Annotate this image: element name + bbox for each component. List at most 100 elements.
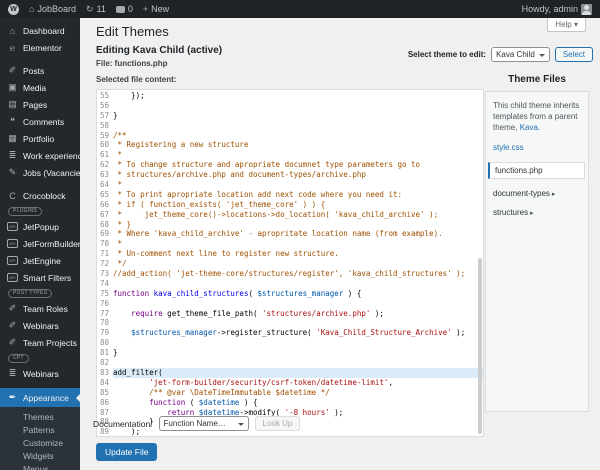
edit-page-icon: ✎	[8, 167, 17, 177]
code-line: 77 require get_theme_file_path( 'structu…	[97, 308, 483, 319]
parent-theme-link[interactable]: Kava.	[520, 123, 540, 132]
code-editor[interactable]: 55 }); 56 57} 58 59/** 60 * Registering a new…	[96, 89, 484, 437]
code-line: 71 * Un-comment next line to register ne…	[97, 249, 483, 260]
sidebar-item-label: Work experience	[23, 150, 80, 161]
code-line: 74	[97, 278, 483, 289]
line-number: 64	[97, 180, 113, 190]
line-number: 68	[97, 219, 113, 230]
sidebar-item-jetformbuilder[interactable]: API JetFormBuilder	[0, 235, 80, 252]
sidebar-item-jobs-vacancies-[interactable]: ✎ Jobs (Vacancies)	[0, 164, 80, 181]
jet-plugin-icon: API	[7, 256, 18, 265]
sidebar-item-label: Appearance	[23, 392, 69, 403]
pushpin-icon: ✐	[8, 337, 17, 347]
new-label: New	[151, 4, 170, 14]
submenu-item-customize[interactable]: Customize	[0, 437, 80, 450]
howdy-admin-menu[interactable]: Howdy, admin	[522, 3, 592, 15]
theme-file-document-types[interactable]: document-types ▸	[493, 189, 581, 198]
theme-file-structures[interactable]: structures ▸	[493, 208, 581, 217]
theme-file-functions.php[interactable]: functions.php	[488, 162, 585, 179]
editor-scrollbar[interactable]	[478, 258, 482, 434]
sidebar-item-team-roles[interactable]: ✐ Team Roles	[0, 300, 80, 317]
sidebar-item-label: Webinars	[23, 320, 59, 331]
site-name-link[interactable]: ⌂ JobBoard	[29, 4, 76, 14]
code-line: 83 add_filter(	[97, 367, 483, 378]
line-number: 65	[97, 189, 113, 200]
line-number: 56	[97, 100, 113, 111]
code-line: 85 /** @var \DateTimeImmutable $datetime…	[97, 387, 483, 398]
sidebar-item-label: Posts	[23, 65, 45, 76]
documentation-select[interactable]: Function Name…	[158, 416, 249, 431]
jet-plugin-icon: API	[7, 239, 18, 248]
line-number: 73	[97, 269, 113, 279]
line-number: 79	[97, 328, 113, 339]
documentation-label: Documentation:	[93, 418, 153, 429]
submenu-item-themes[interactable]: Themes	[0, 411, 80, 424]
updates-link[interactable]: ↻ 11	[86, 4, 106, 14]
sidebar-item-posts[interactable]: ✐ Posts	[0, 62, 80, 79]
wordpress-logo-icon: W	[8, 3, 19, 15]
help-tab[interactable]: Help ▾	[547, 18, 586, 32]
comment-count: 0	[127, 4, 133, 14]
theme-files-panel: This child theme inherits templates from…	[485, 91, 589, 412]
code-line: 66 * if ( function_exists( 'jet_theme_co…	[97, 199, 483, 210]
pushpin-icon: ✐	[8, 320, 17, 330]
new-content-menu[interactable]: + New	[143, 4, 169, 14]
comments-link[interactable]: 0	[115, 4, 133, 14]
sidebar-item-webinars[interactable]: ≣ Webinars	[0, 365, 80, 382]
sidebar-section-pill: POST TYPES	[8, 289, 53, 298]
jet-plugin-icon: API	[7, 273, 18, 282]
sidebar-item-jetengine[interactable]: API JetEngine	[0, 252, 80, 269]
pushpin-icon: ✐	[8, 65, 17, 75]
sidebar-item-crocoblock[interactable]: C Crocoblock	[0, 187, 80, 204]
select-theme-button[interactable]: Select	[554, 47, 593, 62]
selected-file-content-label: Selected file content:	[96, 75, 177, 84]
line-number: 61	[97, 150, 113, 161]
theme-select-row: Select theme to edit: Kava Child Select	[408, 47, 593, 62]
code-line: 70 *	[97, 239, 483, 250]
line-number: 69	[97, 229, 113, 240]
line-number: 77	[97, 308, 113, 319]
sidebar-item-portfolio[interactable]: ▦ Portfolio	[0, 130, 80, 147]
theme-select-dropdown[interactable]: Kava Child	[491, 47, 550, 62]
admin-bar: W ⌂ JobBoard ↻ 11 0 + New Howdy, admin	[0, 0, 600, 18]
chevron-down-icon: ▾	[573, 20, 578, 29]
list-icon: ≣	[8, 368, 17, 378]
site-name: JobBoard	[37, 4, 76, 14]
code-line: 82	[97, 358, 483, 368]
update-file-button[interactable]: Update File	[96, 443, 158, 461]
line-number: 78	[97, 318, 113, 329]
code-line: 59/**	[97, 130, 483, 141]
theme-file-style.css[interactable]: style.css	[493, 143, 581, 152]
page-title: Edit Themes	[96, 24, 169, 39]
line-number: 70	[97, 239, 113, 250]
sidebar-item-webinars[interactable]: ✐ Webinars	[0, 317, 80, 334]
elementor-icon: ℮	[9, 42, 16, 53]
sidebar-item-jetpopup[interactable]: API JetPopup	[0, 218, 80, 235]
submenu-item-patterns[interactable]: Patterns	[0, 424, 80, 437]
code-line: 58	[97, 120, 483, 131]
sidebar-item-pages[interactable]: ▤ Pages	[0, 96, 80, 113]
submenu-item-widgets[interactable]: Widgets	[0, 450, 80, 463]
line-number: 85	[97, 387, 113, 398]
sidebar-item-smart-filters[interactable]: API Smart Filters	[0, 269, 80, 286]
wordpress-logo-menu[interactable]: W	[8, 3, 19, 15]
line-number: 57	[97, 110, 113, 121]
sidebar-item-team-projects[interactable]: ✐ Team Projects	[0, 334, 80, 351]
sidebar-item-comments[interactable]: ❝ Comments	[0, 113, 80, 130]
line-number: 62	[97, 160, 113, 171]
submenu-item-menus[interactable]: Menus	[0, 463, 80, 470]
sidebar-item-work-experience[interactable]: ≣ Work experience	[0, 147, 80, 164]
sidebar-item-label: Media	[23, 82, 47, 93]
sidebar-item-label: JetFormBuilder	[23, 238, 80, 249]
sidebar-item-appearance[interactable]: ✒ Appearance	[0, 388, 80, 407]
sidebar-item-elementor[interactable]: ℮ Elementor	[0, 39, 80, 56]
pages-icon: ▤	[8, 99, 17, 109]
sidebar-item-media[interactable]: ▣ Media	[0, 79, 80, 96]
code-line: 62 * To change structure and apropriate …	[97, 160, 483, 171]
theme-files-list: style.css functions.php document-types ▸ st…	[488, 143, 585, 217]
lookup-button[interactable]: Look Up	[254, 416, 301, 431]
user-avatar	[581, 3, 592, 15]
sidebar-item-dashboard[interactable]: ⌂ Dashboard	[0, 22, 80, 39]
code-line: 64 *	[97, 180, 483, 190]
line-number: 86	[97, 397, 113, 408]
